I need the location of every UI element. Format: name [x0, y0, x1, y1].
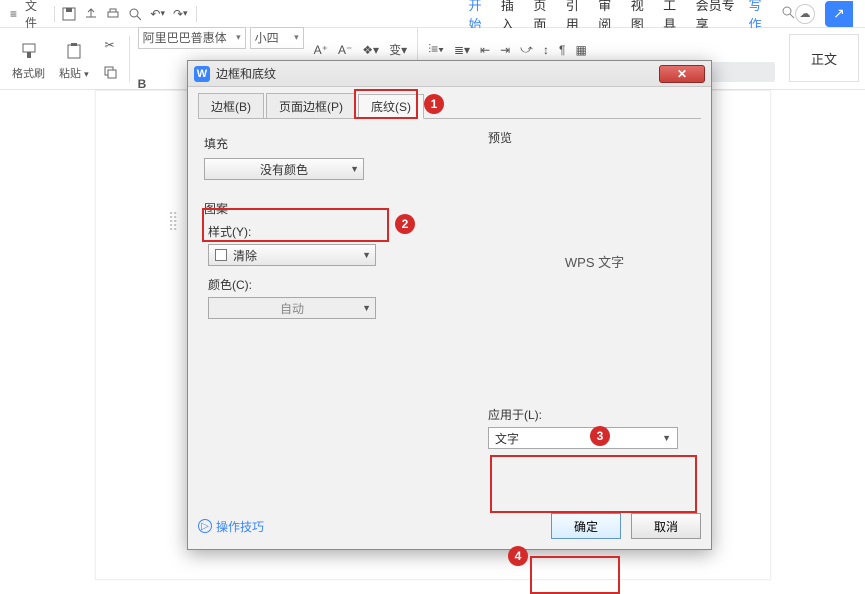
dialog-tabs: 边框(B) 页面边框(P) 底纹(S) [198, 93, 701, 119]
print-icon[interactable] [102, 1, 124, 27]
chevron-down-icon: ▼ [350, 164, 359, 174]
tab-page-border[interactable]: 页面边框(P) [266, 93, 356, 118]
tips-label: 操作技巧 [216, 518, 264, 535]
menubar: ≡ 文件 ↶ ▾ ↷ ▾ 开始 插入 页面 引用 审阅 视图 工具 会员专享 写… [0, 0, 865, 28]
drag-handle-icon[interactable]: ⠿⠿ [168, 214, 178, 230]
close-icon: ✕ [677, 67, 687, 81]
style-value: 清除 [233, 247, 257, 264]
bold-button[interactable]: B [138, 77, 147, 91]
tab-icon[interactable]: ⤻ [520, 42, 533, 57]
preview-label: 预览 [488, 129, 701, 146]
play-icon: ▷ [198, 519, 212, 533]
cancel-label: 取消 [654, 518, 678, 535]
sort-icon[interactable]: ↕ [543, 43, 549, 57]
indent-left-icon[interactable]: ⇤ [480, 43, 490, 57]
preview-text: WPS 文字 [565, 252, 624, 271]
cloud-icon[interactable]: ☁ [795, 4, 815, 24]
ok-button[interactable]: 确定 [551, 513, 621, 539]
font-name-select[interactable]: 阿里巴巴普惠体▾ [138, 27, 246, 49]
print-preview-icon[interactable] [124, 1, 146, 27]
font-name-value: 阿里巴巴普惠体 [143, 29, 227, 46]
border-icon[interactable]: ▦ [575, 43, 586, 57]
ribbon-tabs: 开始 插入 页面 引用 审阅 视图 工具 会员专享 写作 [200, 0, 795, 27]
redo-icon[interactable]: ↷ ▾ [169, 1, 192, 27]
format-painter-label: 格式刷 [12, 65, 45, 81]
style-select[interactable]: 清除 ▼ [208, 244, 376, 266]
cancel-button[interactable]: 取消 [631, 513, 701, 539]
close-button[interactable]: ✕ [659, 65, 705, 83]
cut-copy-group: ✂ [99, 32, 121, 86]
export-icon[interactable] [80, 1, 102, 27]
font-size-value: 小四 [255, 29, 279, 46]
apply-select[interactable]: 文字 ▼ [488, 427, 678, 449]
save-icon[interactable] [58, 1, 80, 27]
app-icon: W [194, 66, 210, 82]
chevron-down-icon: ▼ [662, 433, 671, 443]
preview-area: WPS 文字 [488, 146, 701, 376]
decrease-font-icon[interactable]: A⁻ [338, 43, 352, 57]
tips-link[interactable]: ▷ 操作技巧 [198, 518, 264, 535]
numbering-icon[interactable]: ≣▾ [454, 43, 470, 57]
borders-shading-dialog: W 边框和底纹 ✕ 边框(B) 页面边框(P) 底纹(S) 填充 没有颜色 ▼ … [187, 60, 712, 550]
style-swatch-icon [215, 249, 227, 261]
color-value: 自动 [215, 300, 369, 317]
color-select[interactable]: 自动 ▼ [208, 297, 376, 319]
pattern-label: 图案 [204, 200, 478, 217]
fill-select[interactable]: 没有颜色 ▼ [204, 158, 364, 180]
format-painter-group[interactable]: 格式刷 [8, 32, 49, 86]
menu-hamburger-icon[interactable]: ≡ [6, 1, 21, 27]
apply-value: 文字 [495, 430, 519, 447]
ok-label: 确定 [574, 518, 598, 535]
undo-icon[interactable]: ↶ ▾ [146, 1, 169, 27]
share-button[interactable]: ↗ [825, 1, 853, 27]
copy-icon[interactable] [103, 59, 117, 86]
tab-border[interactable]: 边框(B) [198, 93, 264, 118]
style-label: 样式(Y): [208, 223, 478, 240]
clear-format-icon[interactable]: ❖▾ [362, 43, 379, 57]
fill-label: 填充 [204, 135, 478, 152]
fill-value: 没有颜色 [211, 161, 357, 178]
menu-file[interactable]: 文件 [21, 1, 50, 27]
indent-right-icon[interactable]: ⇥ [500, 43, 510, 57]
dialog-titlebar[interactable]: W 边框和底纹 ✕ [188, 61, 711, 87]
font-size-select[interactable]: 小四▾ [250, 27, 304, 49]
cut-icon[interactable]: ✂ [105, 32, 115, 59]
show-marks-icon[interactable]: ¶ [559, 43, 565, 57]
search-icon[interactable] [781, 5, 795, 22]
style-body-label: 正文 [811, 49, 837, 68]
apply-label: 应用于(L): [488, 406, 695, 423]
bullets-icon[interactable]: ⫶≡▾ [428, 42, 444, 57]
phonetic-guide-icon[interactable]: 变▾ [389, 41, 407, 58]
chevron-down-icon: ▼ [362, 250, 371, 260]
paste-label: 粘贴 [59, 68, 81, 80]
dialog-title: 边框和底纹 [216, 65, 276, 82]
color-label: 颜色(C): [208, 276, 478, 293]
paste-group[interactable]: 粘贴 ▾ [55, 32, 93, 86]
increase-font-icon[interactable]: A⁺ [314, 43, 328, 57]
chevron-down-icon: ▼ [362, 303, 371, 313]
style-body[interactable]: 正文 [789, 34, 859, 82]
tab-shading[interactable]: 底纹(S) [358, 94, 424, 119]
